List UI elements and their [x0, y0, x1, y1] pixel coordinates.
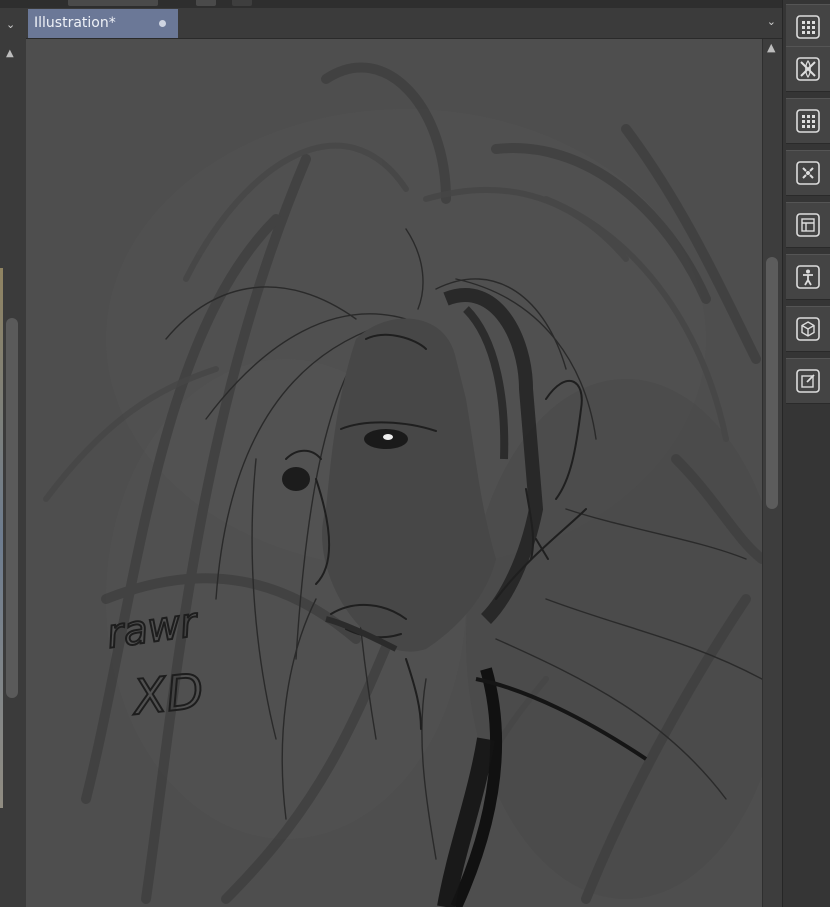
drawing-canvas[interactable]: rawr XD [26, 39, 762, 907]
toolbar-button[interactable] [196, 0, 216, 6]
grid-panel-icon [796, 109, 820, 133]
grid-panel-icon [796, 15, 820, 39]
edit-note-button[interactable] [786, 358, 830, 404]
top-menu-strip [0, 0, 782, 8]
layer-property-button[interactable] [786, 202, 830, 248]
x-panel-icon [796, 57, 820, 81]
sketch-artwork: rawr XD [26, 39, 762, 907]
navigator-button[interactable] [786, 150, 830, 196]
3d-cube-icon [796, 317, 820, 341]
layer-property-icon [796, 213, 820, 237]
right-palette-bar [782, 0, 830, 907]
left-scrollbar-thumb[interactable] [6, 318, 18, 698]
navigator-icon [796, 161, 820, 185]
grid-panel-button[interactable] [786, 4, 830, 50]
left-panel: ⌄ ▲ [0, 8, 27, 907]
figure-pose-button[interactable] [786, 254, 830, 300]
x-panel-button[interactable] [786, 46, 830, 92]
toolbar-button[interactable] [232, 0, 252, 6]
toolbar-button-group[interactable] [68, 0, 158, 6]
tab-title: Illustration* [34, 15, 116, 31]
canvas-scrollbar-thumb[interactable] [766, 257, 778, 509]
unsaved-dot-icon[interactable] [159, 20, 166, 27]
scroll-up-icon[interactable]: ▲ [767, 41, 775, 54]
chevron-down-icon[interactable]: ⌄ [767, 15, 776, 28]
grid-panel-button[interactable] [786, 98, 830, 144]
scroll-up-icon[interactable]: ▲ [6, 48, 14, 59]
document-tab-bar: Illustration* ⌄ [26, 8, 782, 39]
3d-object-button[interactable] [786, 306, 830, 352]
chevron-down-icon[interactable]: ⌄ [6, 18, 15, 31]
canvas-vertical-scrollbar[interactable]: ▲ [762, 39, 783, 907]
emote-text: XD [128, 663, 206, 726]
tab-illustration[interactable]: Illustration* [28, 9, 178, 38]
figure-pose-icon [796, 265, 820, 289]
edit-note-icon [796, 369, 820, 393]
left-panel-image-peek [0, 268, 3, 808]
